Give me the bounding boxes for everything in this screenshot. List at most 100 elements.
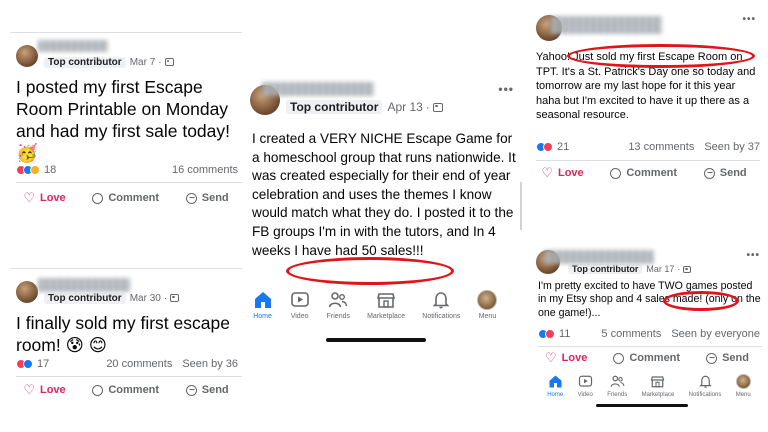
- comment-count[interactable]: 5 comments: [601, 328, 661, 340]
- comment-count[interactable]: 20 comments: [106, 358, 172, 370]
- reactions-summary[interactable]: 17: [16, 358, 49, 370]
- post-stats: 17 20 comments Seen by 36: [16, 358, 238, 370]
- post-date[interactable]: Mar 7: [130, 57, 156, 68]
- author-name-redacted: [544, 250, 654, 264]
- post-date[interactable]: Apr 13: [387, 100, 422, 114]
- author-name-redacted: [550, 16, 662, 34]
- post-actions: ♡ Love Comment Send: [532, 347, 762, 369]
- reactions-summary[interactable]: 21: [536, 141, 569, 153]
- avatar[interactable]: [16, 281, 38, 303]
- author-name-redacted: [38, 40, 108, 52]
- tab-friends[interactable]: Friends: [607, 374, 627, 398]
- bottom-tab-bar: Home Video Friends Marketplace Notificat…: [540, 374, 758, 404]
- video-icon: [578, 374, 593, 389]
- more-options-icon[interactable]: •••: [746, 250, 760, 261]
- tab-home[interactable]: Home: [547, 374, 563, 398]
- send-label: Send: [201, 192, 229, 204]
- comment-count[interactable]: 16 comments: [172, 164, 238, 176]
- heart-icon: ♡: [23, 382, 35, 397]
- highlight-circle: [567, 44, 755, 68]
- tab-marketplace[interactable]: Marketplace: [367, 290, 405, 320]
- post-stats: 21 13 comments Seen by 37: [536, 141, 760, 153]
- tab-label: Marketplace: [641, 392, 675, 398]
- highlight-circle: [286, 257, 454, 285]
- tab-label: Marketplace: [367, 313, 406, 320]
- comment-button[interactable]: Comment: [92, 192, 159, 204]
- tab-marketplace[interactable]: Marketplace: [641, 374, 675, 398]
- reaction-count: 17: [37, 358, 50, 370]
- seen-by[interactable]: Seen by 36: [182, 358, 238, 370]
- love-reaction-icon: [545, 329, 555, 339]
- love-label: Love: [39, 192, 66, 204]
- post-stats: 18 16 comments: [16, 164, 238, 176]
- comment-button[interactable]: Comment: [610, 167, 677, 179]
- reactions-summary[interactable]: 18: [16, 164, 56, 176]
- audience-icon: [170, 294, 180, 302]
- love-button[interactable]: ♡ Love: [23, 190, 65, 206]
- audience-icon: [432, 102, 443, 112]
- tab-label: Home: [547, 392, 564, 398]
- post-divider: [536, 160, 760, 161]
- tab-label: Video: [577, 392, 593, 398]
- send-button[interactable]: Send: [703, 167, 747, 179]
- tab-menu[interactable]: Menu: [735, 374, 751, 398]
- comment-label: Comment: [108, 192, 160, 204]
- avatar[interactable]: [16, 45, 38, 67]
- post-card-1: Top contributor Mar 7 · I posted my firs…: [10, 32, 242, 218]
- post-actions: ♡ Love Comment Send: [528, 162, 760, 184]
- video-icon: [290, 290, 310, 310]
- bell-icon: [431, 290, 451, 310]
- post-meta: Mar 17 ·: [646, 264, 692, 274]
- reaction-count: 21: [557, 141, 570, 153]
- marketplace-icon: [650, 374, 665, 389]
- top-contributor-badge: Top contributor: [286, 100, 383, 114]
- meta-separator: ·: [425, 100, 430, 114]
- tab-video[interactable]: Video: [578, 374, 593, 398]
- comment-count[interactable]: 13 comments: [628, 141, 694, 153]
- post-stats: 11 5 comments Seen by everyone: [538, 328, 760, 340]
- profile-menu-icon: [735, 374, 751, 389]
- love-button[interactable]: ♡ Love: [541, 165, 583, 181]
- friends-icon: [610, 374, 625, 389]
- post-divider: [10, 32, 242, 33]
- tab-home[interactable]: Home: [253, 290, 273, 320]
- love-reaction-icon: [543, 142, 553, 152]
- comment-button[interactable]: Comment: [613, 352, 680, 364]
- screenshot-divider: [520, 182, 522, 230]
- post-divider: [16, 182, 242, 183]
- home-indicator: [596, 404, 688, 407]
- tab-label: Friends: [326, 313, 350, 320]
- more-options-icon[interactable]: •••: [498, 82, 514, 96]
- love-button[interactable]: ♡ Love: [545, 350, 587, 366]
- tab-label: Home: [253, 313, 272, 320]
- post-divider: [10, 268, 242, 269]
- send-button[interactable]: Send: [185, 192, 229, 204]
- tab-friends[interactable]: Friends: [327, 290, 350, 320]
- send-icon: [185, 384, 197, 396]
- post-header: Top contributor Mar 7 ·: [16, 40, 174, 68]
- comment-button[interactable]: Comment: [92, 384, 159, 396]
- love-label: Love: [39, 384, 66, 396]
- more-options-icon[interactable]: •••: [742, 14, 756, 25]
- send-button[interactable]: Send: [185, 384, 229, 396]
- tab-label: Menu: [735, 392, 751, 398]
- seen-by[interactable]: Seen by everyone: [671, 328, 760, 340]
- tab-notifications[interactable]: Notifications: [689, 374, 721, 398]
- love-button[interactable]: ♡ Love: [23, 382, 65, 398]
- send-label: Send: [719, 167, 747, 179]
- heart-icon: ♡: [541, 165, 553, 180]
- tab-video[interactable]: Video: [290, 290, 310, 320]
- tab-menu[interactable]: Menu: [477, 290, 498, 320]
- bell-icon: [698, 374, 713, 389]
- tab-notifications[interactable]: Notifications: [422, 290, 460, 320]
- seen-by[interactable]: Seen by 37: [704, 141, 760, 153]
- top-contributor-badge: Top contributor: [568, 264, 643, 274]
- meta-separator: ·: [163, 292, 168, 304]
- post-actions: ♡ Love Comment Send: [10, 378, 242, 402]
- comment-label: Comment: [626, 167, 678, 179]
- post-date[interactable]: Mar 17: [646, 264, 674, 274]
- post-date[interactable]: Mar 30: [130, 293, 161, 304]
- send-button[interactable]: Send: [706, 352, 749, 364]
- reactions-summary[interactable]: 11: [538, 328, 570, 340]
- post-meta: Apr 13 ·: [387, 100, 443, 114]
